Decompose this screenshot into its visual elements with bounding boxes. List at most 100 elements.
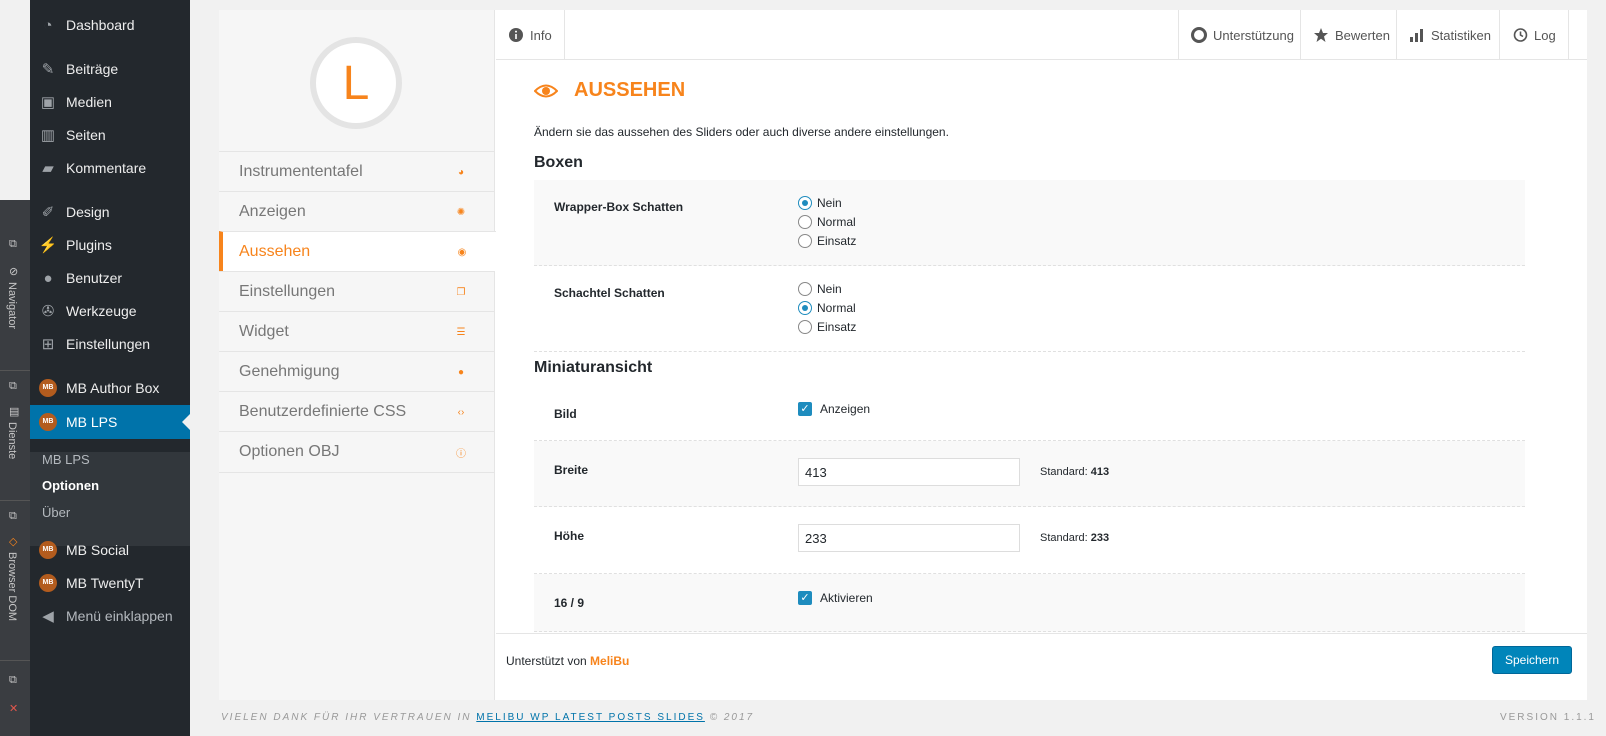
menu-item-mb-social[interactable]: MB MB Social [30, 533, 190, 567]
widget-icon: ☰ [456, 326, 466, 338]
plugin-link[interactable]: MELIBU WP LATEST POSTS SLIDES [476, 712, 705, 723]
submenu-mb-lps[interactable]: MB LPS [42, 452, 90, 467]
user-icon: ● [457, 366, 465, 378]
checkmark-icon[interactable]: ✓ [798, 402, 812, 416]
history-icon [1513, 28, 1528, 42]
menu-item-kommentare[interactable]: ▰ Kommentare [30, 151, 190, 185]
nav-optionen-obj[interactable]: Optionen OBJ ⓘ [219, 431, 495, 473]
nav-instrumententafel[interactable]: Instrumententafel ◕ [219, 151, 495, 192]
wrench-icon: ✇ [41, 303, 55, 320]
tab-statistiken[interactable]: Statistiken [1396, 10, 1503, 60]
navigator-icon[interactable]: ⊘ [9, 266, 21, 278]
settings-content: AUSSEHEN Ändern sie das aussehen des Sli… [496, 61, 1587, 643]
user-icon: ● [43, 269, 53, 287]
save-button[interactable]: Speichern [1492, 646, 1572, 674]
dienste-label[interactable]: Dienste [6, 422, 18, 459]
window-icon[interactable]: ⧉ [9, 380, 21, 392]
powered-by: Unterstützt von MeliBu [506, 654, 630, 668]
menu-item-medien[interactable]: ▣ Medien [30, 85, 190, 119]
comments-icon: ▰ [42, 160, 54, 177]
schachtel-radio-einsatz[interactable]: Einsatz [798, 320, 856, 334]
group-boxen: Boxen [534, 154, 583, 171]
menu-item-dashboard[interactable]: ◔ Dashboard [30, 8, 190, 42]
nav-aussehen[interactable]: Aussehen ◉ [219, 231, 496, 272]
browser-dom-label[interactable]: Browser DOM [6, 552, 18, 621]
dienste-icon[interactable]: ▤ [9, 406, 21, 418]
menu-item-benutzer[interactable]: ● Benutzer [30, 261, 190, 295]
brand-link[interactable]: MeliBu [590, 654, 629, 668]
plugin-panel: L Instrumententafel ◕ Anzeigen ✺ Aussehe… [219, 10, 1587, 700]
navigator-label[interactable]: Navigator [6, 282, 18, 329]
plugin-sidebar: L Instrumententafel ◕ Anzeigen ✺ Aussehe… [219, 10, 496, 700]
menu-item-mb-lps[interactable]: MB MB LPS [30, 405, 190, 439]
menu-item-mb-author-box[interactable]: MB MB Author Box [30, 371, 190, 405]
media-icon: ▣ [40, 94, 56, 111]
code-icon: ‹› [457, 406, 465, 418]
plugin-icon: ⚡ [38, 237, 58, 254]
bild-label: Bild [554, 407, 577, 421]
code-icon[interactable]: ◇ [9, 536, 21, 548]
schachtel-radio-nein[interactable]: Nein [798, 282, 842, 296]
window-icon[interactable]: ⧉ [9, 674, 21, 686]
menu-item-plugins[interactable]: ⚡ Plugins [30, 228, 190, 262]
menu-item-beitraege[interactable]: ✎ Beiträge [30, 52, 190, 86]
mb-icon: MB [39, 541, 57, 559]
checkmark-icon[interactable]: ✓ [798, 591, 812, 605]
star-icon [1314, 28, 1328, 42]
dashboard-icon: ◔ [43, 16, 53, 34]
admin-menu: ◔ Dashboard ✎ Beiträge ▣ Medien ▥ Seiten… [30, 0, 190, 736]
mb-icon: MB [39, 379, 57, 397]
wrapper-radio-einsatz[interactable]: Einsatz [798, 234, 856, 248]
ratio-label: 16 / 9 [554, 596, 585, 610]
submenu-optionen[interactable]: Optionen [42, 478, 99, 493]
nav-anzeigen[interactable]: Anzeigen ✺ [219, 191, 495, 232]
menu-item-werkzeuge[interactable]: ✇ Werkzeuge [30, 294, 190, 328]
tab-info[interactable]: Info [496, 10, 565, 60]
app-icon[interactable]: ✕ [9, 703, 21, 715]
menu-item-seiten[interactable]: ▥ Seiten [30, 118, 190, 152]
pin-icon: ✎ [41, 61, 55, 78]
collapse-icon: ◀ [42, 608, 54, 625]
window-icon[interactable]: ⧉ [9, 238, 21, 250]
row-ratio: 16 / 9 ✓ Aktivieren [534, 574, 1525, 632]
tab-unterstuetzung[interactable]: Unterstützung [1178, 10, 1306, 60]
window-icon[interactable]: ⧉ [9, 510, 21, 522]
mb-icon: MB [39, 413, 57, 431]
tab-log[interactable]: Log [1499, 10, 1569, 60]
nav-benutzerdefinierte-css[interactable]: Benutzerdefinierte CSS ‹› [219, 391, 495, 432]
row-bild: Bild ✓ Anzeigen [534, 384, 1525, 441]
wrapper-radio-nein[interactable]: Nein [798, 196, 842, 210]
section-description: Ändern sie das aussehen des Sliders oder… [534, 125, 949, 139]
menu-item-einstellungen[interactable]: ⊞ Einstellungen [30, 327, 190, 361]
copy-icon: ❐ [456, 286, 466, 298]
bild-checkbox[interactable]: ✓ Anzeigen [798, 402, 870, 416]
hoehe-standard: Standard: 233 [1040, 532, 1110, 544]
eye-icon [534, 84, 558, 97]
wrapper-label: Wrapper-Box Schatten [554, 200, 684, 214]
nav-genehmigung[interactable]: Genehmigung ● [219, 351, 495, 392]
row-breite: Breite Standard: 413 [534, 441, 1525, 507]
info-icon [509, 28, 523, 42]
breite-label: Breite [554, 463, 589, 477]
breite-input[interactable] [798, 458, 1020, 486]
gear-icon: ✺ [456, 206, 466, 218]
group-miniaturansicht: Miniaturansicht [534, 359, 653, 376]
pages-icon: ▥ [40, 127, 56, 144]
eye-icon: ◉ [457, 246, 467, 258]
menu-item-design[interactable]: ✐ Design [30, 195, 190, 229]
bar-chart-icon [1410, 29, 1423, 42]
menu-item-mb-twentyt[interactable]: MB MB TwentyT [30, 566, 190, 600]
hoehe-input[interactable] [798, 524, 1020, 552]
plugin-logo: L [310, 37, 402, 129]
submenu-ueber[interactable]: Über [42, 505, 70, 520]
submenu: MB LPS Optionen Über [30, 452, 190, 546]
nav-widget[interactable]: Widget ☰ [219, 311, 495, 352]
wrapper-radio-normal[interactable]: Normal [798, 215, 856, 229]
info-icon: ⓘ [456, 448, 466, 460]
schachtel-radio-normal[interactable]: Normal [798, 301, 856, 315]
nav-einstellungen[interactable]: Einstellungen ❐ [219, 271, 495, 312]
plugin-topbar: Info Unterstützung Bewerten Statistiken … [496, 10, 1587, 60]
tab-bewerten[interactable]: Bewerten [1300, 10, 1402, 60]
ratio-checkbox[interactable]: ✓ Aktivieren [798, 591, 873, 605]
menu-collapse[interactable]: ◀ Menü einklappen [30, 599, 190, 633]
